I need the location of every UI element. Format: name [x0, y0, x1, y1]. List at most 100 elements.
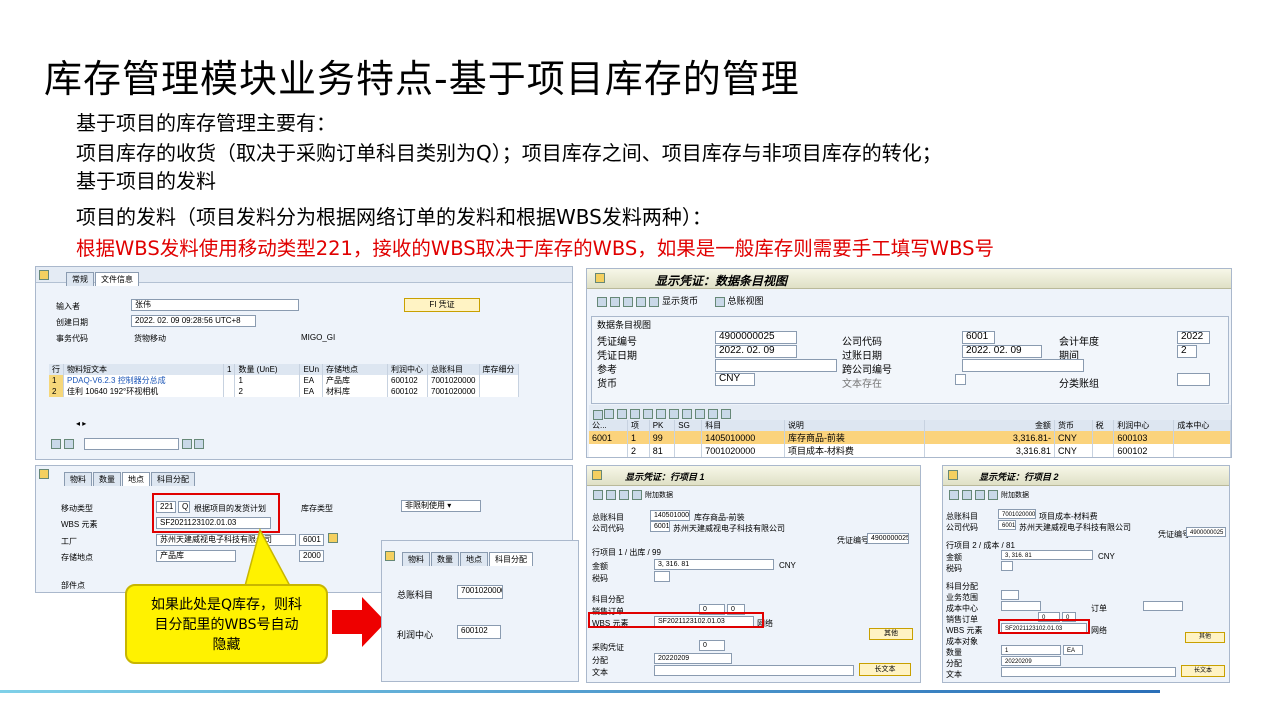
find-icon[interactable] — [630, 408, 640, 419]
tab-doc-info[interactable]: 文件信息 — [95, 272, 139, 286]
display-currency-button[interactable]: 显示货币 — [662, 296, 698, 306]
col-pk: PK — [649, 420, 676, 431]
item1-alloc-field[interactable]: 20220209 — [654, 653, 732, 664]
tab-account[interactable]: 科目分配 — [151, 472, 195, 486]
doc-icon[interactable] — [39, 270, 49, 280]
menu-icon[interactable] — [592, 470, 602, 480]
period-field[interactable]: 2 — [1177, 345, 1197, 358]
glasses-icon[interactable] — [593, 490, 603, 501]
plant-detail-icon[interactable] — [328, 533, 338, 543]
entered-by-field[interactable]: 张伟 — [131, 299, 299, 311]
display-icon[interactable] — [610, 296, 620, 307]
item2-alloc-field[interactable]: 20220209 — [1001, 656, 1061, 666]
sort-icon[interactable] — [64, 439, 74, 449]
item2-amount-field[interactable]: 3, 316. 81 — [1001, 550, 1093, 560]
subtotal-icon[interactable] — [669, 408, 679, 419]
item1-docno-field[interactable]: 4900000025 — [867, 533, 909, 544]
tab-where[interactable]: 地点 — [122, 472, 150, 486]
item1-ref-field[interactable]: 0 — [699, 640, 725, 651]
docdate-field[interactable]: 2022. 02. 09 — [715, 345, 797, 358]
sum-icon[interactable] — [656, 408, 666, 419]
item1-long-text-button[interactable]: 长文本 — [859, 663, 911, 676]
item2-text-field[interactable] — [1001, 667, 1176, 677]
stock-type-select[interactable]: 非限制使用 ▾ — [401, 500, 481, 512]
year-field[interactable]: 2022 — [1177, 331, 1210, 344]
item2-co-label: 公司代码 — [946, 523, 978, 532]
tab-general[interactable]: 常规 — [66, 272, 94, 286]
item2-more-button[interactable]: 其他 — [1185, 632, 1225, 643]
print-preview-icon[interactable] — [682, 408, 692, 419]
item2-co-field[interactable]: 6001 — [998, 520, 1016, 530]
company-field[interactable]: 6001 — [962, 331, 995, 344]
display-icon[interactable] — [606, 490, 616, 501]
change-icon[interactable] — [623, 296, 633, 307]
item1-amount-field[interactable]: 3, 316. 81 — [654, 559, 774, 570]
popup-tab-where[interactable]: 地点 — [460, 552, 488, 566]
find-next-icon[interactable] — [194, 439, 204, 449]
item1-gl-field[interactable]: 1405010000 — [650, 510, 690, 521]
created-date-field[interactable]: 2022. 02. 09 09:28:56 UTC+8 — [131, 315, 256, 327]
menu-icon[interactable] — [948, 470, 958, 480]
print-icon[interactable] — [988, 490, 998, 501]
item2-qty-field[interactable]: 1 — [1001, 645, 1061, 655]
filter-icon[interactable] — [51, 439, 61, 449]
glasses-icon[interactable] — [949, 490, 959, 501]
currency-icon[interactable] — [649, 296, 659, 307]
filter-icon[interactable] — [643, 408, 653, 419]
person-icon[interactable] — [975, 490, 985, 501]
additional-data-button[interactable]: 附加数据 — [645, 492, 673, 499]
search-field[interactable] — [84, 438, 179, 450]
ref-field[interactable] — [715, 359, 837, 372]
table-row[interactable]: 1 PDAQ-V6.2.3 控制器分总成 1 EA 产品库 600102 700… — [49, 375, 519, 386]
print-icon[interactable] — [636, 296, 646, 307]
print-icon[interactable] — [632, 490, 642, 501]
item2-order-field[interactable] — [1143, 601, 1183, 611]
ledger-group-field[interactable] — [1177, 373, 1210, 386]
glasses-icon[interactable] — [597, 296, 607, 307]
scroll-arrows-icon[interactable]: ◂ ▸ — [76, 419, 86, 428]
layout-icon[interactable] — [708, 408, 718, 419]
general-ledger-view-button[interactable]: 总账视图 — [728, 296, 764, 306]
item2-ba-field[interactable] — [1001, 590, 1019, 600]
table-row[interactable]: 6001 1 99 1405010000 库存商品-前装 3,316.81- C… — [589, 431, 1231, 444]
find-icon[interactable] — [182, 439, 192, 449]
person-icon[interactable] — [619, 490, 629, 501]
tab-quantity[interactable]: 数量 — [93, 472, 121, 486]
item1-text-field[interactable] — [654, 665, 854, 676]
export-icon[interactable] — [695, 408, 705, 419]
popup-icon[interactable] — [385, 551, 395, 561]
item1-tax-field[interactable] — [654, 571, 670, 582]
item2-gl-field[interactable]: 7001020000 — [998, 509, 1036, 519]
tab-material[interactable]: 物料 — [64, 472, 92, 486]
popup-tab-account[interactable]: 科目分配 — [489, 552, 533, 566]
currency-field[interactable]: CNY — [715, 373, 755, 386]
sort-asc-icon[interactable] — [604, 408, 614, 419]
fi-document-button[interactable]: FI 凭证 — [404, 298, 480, 312]
sort-desc-icon[interactable] — [617, 408, 627, 419]
item2-long-text-button[interactable]: 长文本 — [1181, 665, 1225, 677]
popup-tab-material[interactable]: 物料 — [402, 552, 430, 566]
popup-tab-quantity[interactable]: 数量 — [431, 552, 459, 566]
menu-icon[interactable] — [595, 273, 605, 283]
postdate-field[interactable]: 2022. 02. 09 — [962, 345, 1042, 358]
text-exists-checkbox[interactable] — [955, 374, 966, 385]
docno-field[interactable]: 4900000025 — [715, 331, 797, 344]
item2-cc-field[interactable] — [1001, 601, 1041, 611]
info-icon[interactable] — [721, 408, 731, 419]
detail-view-icon[interactable] — [593, 409, 603, 420]
additional-data-button[interactable]: 附加数据 — [1001, 492, 1029, 499]
table-row[interactable]: 2 佳利 10640 192°环视相机 2 EA 材料库 600102 7001… — [49, 386, 519, 397]
item1-co-field[interactable]: 6001 — [650, 521, 670, 532]
ledger-icon[interactable] — [714, 296, 725, 307]
detail-icon[interactable] — [39, 469, 49, 479]
popup-pc-field[interactable]: 600102 — [457, 625, 501, 639]
table-row[interactable]: 2 81 7001020000 项目成本-材料费 3,316.81 CNY 60… — [589, 444, 1231, 457]
item2-tax-field[interactable] — [1001, 561, 1013, 571]
item2-unit-field[interactable]: EA — [1063, 645, 1083, 655]
item1-more-button[interactable]: 其他 — [869, 628, 913, 640]
cross-company-field[interactable] — [962, 359, 1084, 372]
item2-docno-field[interactable]: 4900000025 — [1186, 527, 1226, 537]
display-icon[interactable] — [962, 490, 972, 501]
popup-gl-field[interactable]: 7001020000 — [457, 585, 503, 599]
ref-label: 参考 — [597, 365, 617, 376]
